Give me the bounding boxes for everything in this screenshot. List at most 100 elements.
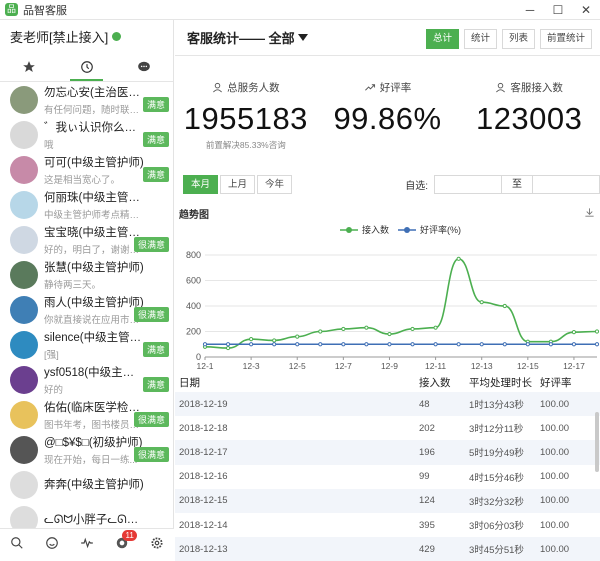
table-row: 2018-12-19 48 1时13分43秒 100.00 (175, 392, 600, 417)
this-month-button[interactable]: 本月 (183, 175, 219, 194)
series-point (456, 256, 461, 261)
series-point (502, 342, 507, 347)
avatar (10, 365, 38, 394)
conversation-item[interactable]: 可可(中级主管护师) 这是相当宽心了。 满意 (0, 152, 174, 187)
conversation-name: 张慧(中级主管护师) (44, 261, 144, 274)
main-panel: 客服统计—— 全部 总计 统计 列表 前置统计 总服务人数 1955183 前置… (175, 20, 600, 561)
series-point (364, 342, 369, 347)
this-year-button[interactable]: 今年 (257, 175, 293, 194)
stats-table: 日期 接入数 平均处理时长 好评率 2018-12-19 48 1时13分43秒 10… (175, 372, 600, 561)
cell-intakes: 196 (419, 446, 435, 458)
tab-starred[interactable] (0, 52, 58, 81)
pulse-icon[interactable] (77, 533, 97, 553)
series-point (202, 342, 208, 347)
cell-rate: 100.00 (540, 519, 570, 531)
cell-intakes: 99 (419, 471, 430, 483)
conversation-item[interactable]: 何丽珠(中级主管护师) 中级主管护师考点精编... (0, 187, 174, 222)
notifications-icon[interactable]: 11 (112, 529, 137, 553)
conversation-last-message: 有任何问题，随时联系... (44, 104, 144, 116)
table-scrollbar-thumb[interactable] (595, 412, 599, 472)
user-icon (213, 82, 223, 93)
pre-stats-button[interactable]: 前置统计 (539, 29, 592, 49)
avatar (10, 225, 38, 254)
legend-label: 接入数 (362, 224, 389, 235)
view-switch-buttons: 总计 统计 列表 前置统计 (425, 29, 592, 49)
cell-intakes: 429 (419, 543, 435, 555)
table-row: 2018-12-16 99 4时15分46秒 100.00 (175, 465, 600, 489)
custom-range-label: 自选: (405, 181, 428, 192)
conversation-last-message: 现在开始，每日一练... (44, 454, 138, 466)
conversation-item[interactable]: 雨人(中级主管护师) 你就直接说在应用市场... 很满意 (0, 292, 174, 327)
series-point (594, 342, 600, 347)
total-button[interactable]: 总计 (425, 29, 459, 49)
list-button[interactable]: 列表 (501, 29, 535, 49)
conversation-text: 佑佑(临床医学检验技... 图书年考，图书楼员方... (44, 399, 144, 431)
header-avg-time: 平均处理时长 (469, 376, 532, 389)
x-tick-label: 12-17 (563, 361, 585, 371)
main-header: 客服统计—— 全部 总计 统计 列表 前置统计 (175, 20, 600, 56)
header-intakes: 接入数 (419, 376, 451, 389)
stats-button[interactable]: 统计 (463, 29, 497, 49)
conversation-item[interactable]: 奔奔(中级主管护师) (0, 467, 174, 502)
table-body: 2018-12-19 48 1时13分43秒 100.00 2018-12-18 202 3… (175, 392, 600, 561)
user-icon (496, 82, 506, 93)
end-date-input[interactable] (532, 175, 600, 194)
satisfaction-badge: 很满意 (133, 412, 169, 427)
series-point (479, 300, 484, 305)
conversation-name: 何丽珠(中级主管护师) (44, 191, 144, 204)
conversation-text: 张慧(中级主管护师) 静待两三天。 (44, 259, 144, 291)
conversation-text: 雨人(中级主管护师) 你就直接说在应用市场... (44, 294, 144, 326)
conversation-item[interactable]: 勿忘心安(主治医师（... 有任何问题，随时联系...满意 (0, 82, 174, 117)
series-point (571, 342, 577, 347)
series-point (387, 342, 392, 347)
conversation-last-message: 好的，明白了，谢谢老... (44, 244, 144, 256)
legend-marker (404, 227, 410, 233)
satisfaction-badge: 满意 (142, 167, 169, 182)
conversation-item[interactable]: ᓚᘏᗢ小胖子ᓚᘏᗢ(初级护师) (0, 502, 174, 528)
conversation-name: 雨人(中级主管护师) (44, 296, 144, 309)
download-icon[interactable] (584, 207, 595, 218)
series-point (594, 329, 600, 334)
caret-down-icon[interactable] (297, 33, 308, 42)
stat-label: 客服接入数 (510, 82, 563, 94)
clock-icon (80, 60, 93, 73)
stat-total-served: 总服务人数 1955183 前置解决85.33%咨询 (175, 80, 317, 151)
start-date-input[interactable] (434, 175, 502, 194)
series-point (433, 325, 438, 330)
conversation-text: 勿忘心安(主治医师（... 有任何问题，随时联系... (44, 84, 144, 116)
agent-header: 麦老师[禁止接入] (0, 20, 173, 52)
y-tick-label: 200 (186, 327, 201, 337)
search-icon[interactable] (7, 533, 27, 553)
y-tick-label: 800 (186, 250, 201, 260)
series-point (341, 326, 346, 332)
conversation-text: ゛我ぃ认识你么づ(中... 哦 (44, 119, 144, 151)
close-button[interactable]: ✕ (572, 0, 600, 20)
conversation-item[interactable]: 宝宝晓(中级主管护师) 好的，明白了，谢谢老...很满意 (0, 222, 174, 257)
last-month-button[interactable]: 上月 (220, 175, 256, 194)
conversation-item[interactable]: 张慧(中级主管护师) 静待两三天。 (0, 257, 174, 292)
conversation-item[interactable]: ysf0518(中级主管护师) 好的 满意 (0, 362, 174, 397)
avatar (10, 330, 38, 359)
tab-chats[interactable] (115, 52, 173, 81)
conversation-item[interactable]: 佑佑(临床医学检验技... 图书年考，图书楼员方...很满意 (0, 397, 174, 432)
conversation-last-message: 这是相当宽心了。 (44, 174, 121, 186)
tab-recent[interactable] (58, 52, 116, 81)
settings-gear-icon[interactable] (147, 533, 167, 553)
series-point (479, 342, 484, 347)
maximize-button[interactable]: ☐ (544, 0, 572, 20)
conversation-name: ysf0518(中级主管护师) (44, 366, 144, 379)
conversation-item[interactable]: ゛我ぃ认识你么づ(中... 哦 满意 (0, 117, 174, 152)
emoji-icon[interactable] (42, 533, 62, 553)
cell-intakes: 48 (419, 398, 430, 410)
cell-rate: 100.00 (540, 422, 570, 434)
cell-rate: 100.00 (540, 543, 570, 555)
notification-count-badge: 11 (122, 529, 137, 541)
conversation-item[interactable]: @□$¥$□(初级护师) 现在开始，每日一练... 很满意 (0, 432, 174, 467)
minimize-button[interactable]: ─ (516, 0, 544, 20)
conversation-name: 勿忘心安(主治医师（... (44, 86, 144, 99)
conversation-item[interactable]: silence(中级主管护师) [强] 满意 (0, 327, 174, 362)
avatar (10, 190, 38, 219)
avatar (10, 155, 38, 184)
avatar (10, 260, 38, 289)
satisfaction-badge: 很满意 (133, 307, 169, 322)
